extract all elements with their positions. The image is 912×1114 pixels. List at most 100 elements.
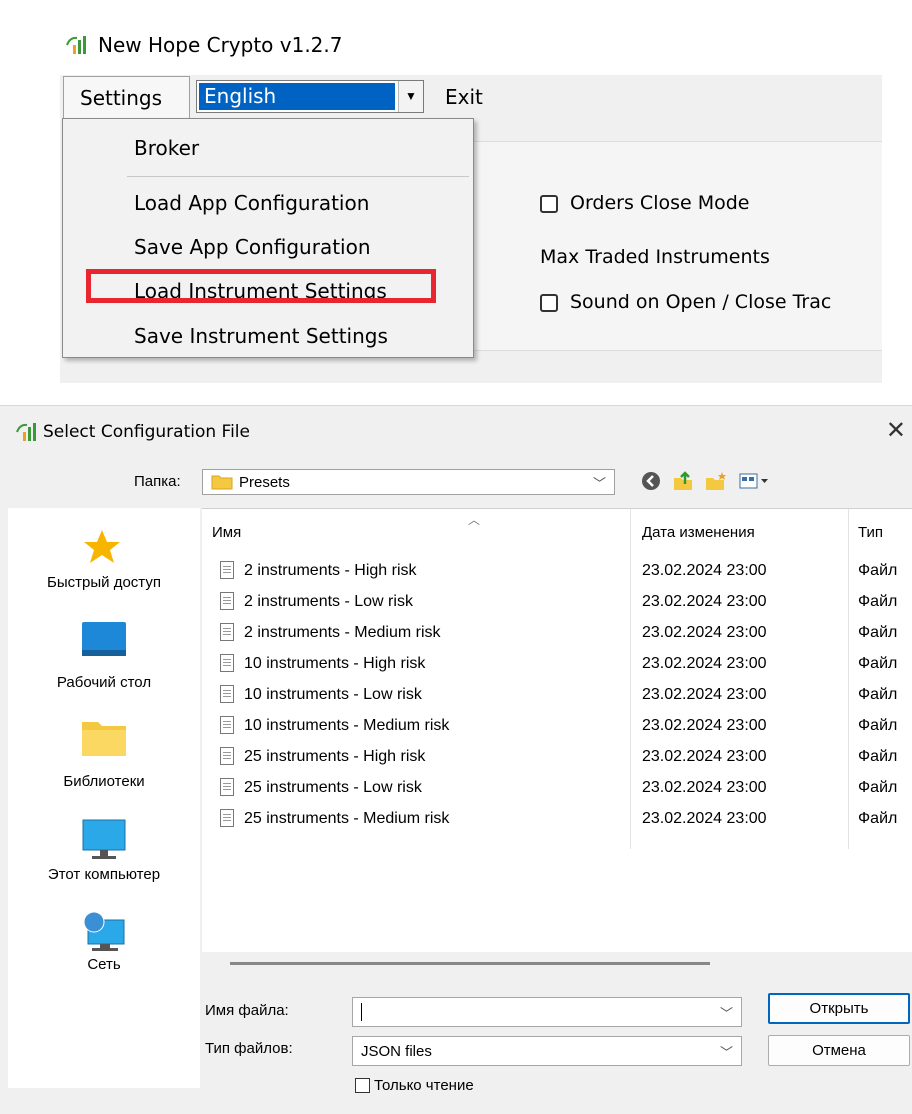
file-date: 23.02.2024 23:00 (642, 686, 767, 703)
filetype-select[interactable]: JSON files ﹀ (352, 1036, 742, 1066)
network-icon[interactable] (80, 910, 128, 954)
file-row[interactable]: 10 instruments - High risk 23.02.2024 23:… (202, 652, 912, 676)
file-date: 23.02.2024 23:00 (642, 593, 767, 610)
file-row[interactable]: 10 instruments - Medium risk 23.02.2024 2… (202, 714, 912, 738)
star-icon[interactable] (82, 528, 122, 566)
filename-input[interactable]: ﹀ (352, 997, 742, 1027)
chevron-down-icon: ﹀ (719, 1045, 733, 1060)
folder-icon (211, 475, 233, 490)
close-icon[interactable]: ✕ (886, 416, 906, 445)
filetype-label: Тип файлов: (205, 1040, 293, 1057)
place-quick-access[interactable]: Быстрый доступ (8, 574, 200, 591)
column-header-name[interactable]: Имя (212, 524, 241, 541)
sound-label: Sound on Open / Close Trac (570, 291, 832, 313)
file-date: 23.02.2024 23:00 (642, 717, 767, 734)
column-header-type[interactable]: Тип (858, 524, 883, 541)
menu-item-load-app-config[interactable]: Load App Configuration (134, 191, 369, 215)
dialog-title: Select Configuration File (43, 422, 250, 442)
readonly-label: Только чтение (374, 1077, 474, 1094)
file-type: Файл (858, 655, 898, 672)
file-row[interactable]: 10 instruments - Low risk 23.02.2024 23:0… (202, 683, 912, 707)
file-type: Файл (858, 624, 898, 641)
app-logo-icon (66, 36, 86, 54)
computer-icon[interactable] (80, 818, 128, 862)
file-name: 10 instruments - Low risk (244, 686, 422, 703)
folder-icon[interactable] (80, 718, 128, 758)
file-date: 23.02.2024 23:00 (642, 624, 767, 641)
file-date: 23.02.2024 23:00 (642, 655, 767, 672)
settings-dropdown-menu: Broker Load App Configuration Save App C… (62, 118, 474, 358)
place-desktop[interactable]: Рабочий стол (8, 674, 200, 691)
file-name: 25 instruments - Medium risk (244, 810, 450, 827)
column-header-date[interactable]: Дата изменения (642, 524, 755, 541)
dropdown-arrow-icon[interactable]: ▼ (398, 81, 423, 112)
menu-item-save-instrument-settings[interactable]: Save Instrument Settings (134, 324, 388, 348)
file-date: 23.02.2024 23:00 (642, 748, 767, 765)
file-name: 10 instruments - High risk (244, 655, 426, 672)
file-row[interactable]: 25 instruments - High risk 23.02.2024 23:… (202, 745, 912, 769)
sound-checkbox[interactable] (540, 294, 558, 312)
file-row[interactable]: 2 instruments - High risk 23.02.2024 23:0… (202, 559, 912, 583)
file-name: 2 instruments - Low risk (244, 593, 413, 610)
filename-label: Имя файла: (205, 1002, 289, 1019)
desktop-icon[interactable] (80, 620, 128, 660)
app-title-bar: New Hope Crypto v1.2.7 (64, 30, 343, 60)
back-icon[interactable] (640, 470, 662, 492)
app-logo-icon (16, 423, 36, 441)
place-this-pc[interactable]: Этот компьютер (8, 866, 200, 883)
file-name: 10 instruments - Medium risk (244, 717, 450, 734)
file-type: Файл (858, 717, 898, 734)
file-row[interactable]: 2 instruments - Medium risk 23.02.2024 23… (202, 621, 912, 645)
file-type: Файл (858, 562, 898, 579)
document-icon (220, 716, 234, 734)
new-folder-icon[interactable] (704, 470, 728, 492)
menu-separator (127, 176, 469, 177)
file-name: 2 instruments - Medium risk (244, 624, 441, 641)
file-name: 25 instruments - High risk (244, 748, 426, 765)
horizontal-scrollbar[interactable] (230, 962, 710, 965)
folder-select[interactable]: Presets ﹀ (202, 469, 615, 495)
file-type: Файл (858, 748, 898, 765)
file-date: 23.02.2024 23:00 (642, 779, 767, 796)
cancel-button[interactable]: Отмена (768, 1035, 910, 1066)
document-icon (220, 654, 234, 672)
document-icon (220, 747, 234, 765)
file-type: Файл (858, 779, 898, 796)
file-dialog: Select Configuration File ✕ Папка: Prese… (0, 405, 912, 1114)
file-row[interactable]: 2 instruments - Low risk 23.02.2024 23:00… (202, 590, 912, 614)
language-select[interactable]: English ▼ (196, 80, 424, 113)
file-name: 25 instruments - Low risk (244, 779, 422, 796)
document-icon (220, 685, 234, 703)
menu-exit[interactable]: Exit (445, 75, 483, 119)
file-date: 23.02.2024 23:00 (642, 562, 767, 579)
sort-ascending-icon: ︿ (468, 513, 481, 527)
chevron-down-icon[interactable]: ﹀ (720, 1003, 733, 1022)
place-network[interactable]: Сеть (8, 956, 200, 973)
file-row[interactable]: 25 instruments - Low risk 23.02.2024 23:0… (202, 776, 912, 800)
language-value: English (199, 83, 395, 110)
places-bar: Быстрый доступ Рабочий стол Библиотеки Э… (8, 508, 200, 1088)
open-button[interactable]: Открыть (768, 993, 910, 1024)
max-traded-label: Max Traded Instruments (540, 246, 770, 268)
menu-item-save-app-config[interactable]: Save App Configuration (134, 235, 371, 259)
menu-settings[interactable]: Settings (63, 76, 190, 118)
file-row[interactable]: 25 instruments - Medium risk 23.02.2024 2… (202, 807, 912, 831)
readonly-checkbox[interactable] (355, 1078, 370, 1093)
chevron-down-icon: ﹀ (592, 476, 606, 491)
up-folder-icon[interactable] (672, 470, 694, 492)
document-icon (220, 561, 234, 579)
place-libraries[interactable]: Библиотеки (8, 773, 200, 790)
file-type: Файл (858, 810, 898, 827)
menu-item-broker[interactable]: Broker (134, 136, 199, 160)
text-cursor (361, 1003, 362, 1021)
view-menu-icon[interactable] (738, 470, 770, 492)
orders-close-mode-checkbox[interactable] (540, 195, 558, 213)
app-title: New Hope Crypto v1.2.7 (98, 33, 343, 57)
document-icon (220, 778, 234, 796)
orders-close-mode-label: Orders Close Mode (570, 192, 750, 214)
document-icon (220, 592, 234, 610)
document-icon (220, 809, 234, 827)
file-type: Файл (858, 686, 898, 703)
file-type: Файл (858, 593, 898, 610)
file-name: 2 instruments - High risk (244, 562, 417, 579)
